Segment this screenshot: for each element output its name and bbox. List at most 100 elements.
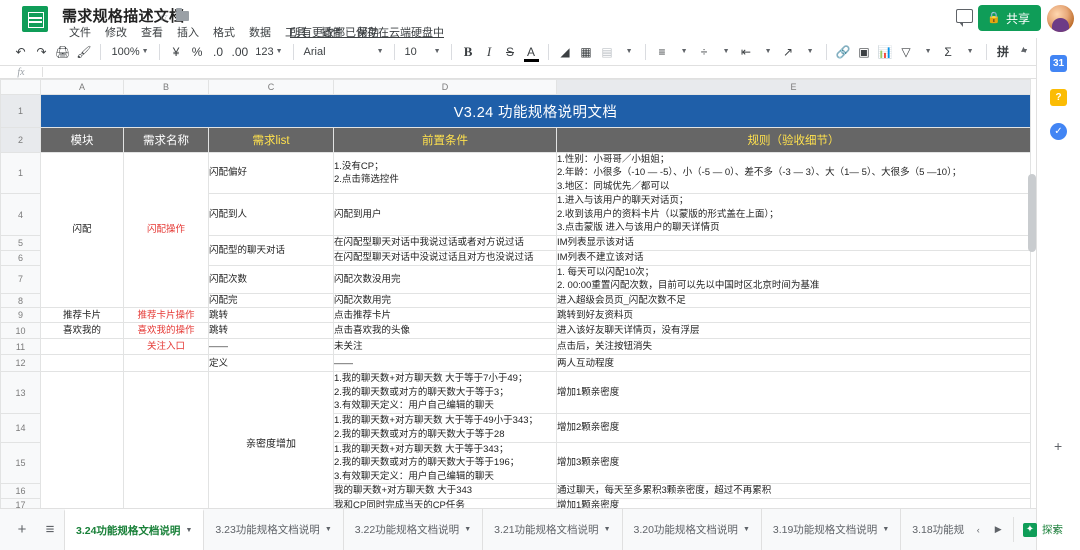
row-header-1[interactable]: 1 — [0, 94, 41, 128]
text-color-icon[interactable]: A — [521, 41, 542, 63]
header-precondition[interactable]: 前置条件 — [333, 127, 557, 153]
insert-image-icon[interactable]: ▣ — [854, 41, 875, 63]
cell-b13-empty[interactable] — [123, 371, 209, 508]
sheet-tab-318[interactable]: 3.18功能规 — [901, 509, 964, 550]
document-title-cell[interactable]: V3.24 功能规格说明文档 — [40, 94, 1031, 128]
row-header-14[interactable]: 14 — [0, 412, 41, 443]
row-header-12[interactable]: 12 — [0, 354, 41, 373]
header-rule[interactable]: 规则（验收细节） — [556, 127, 1031, 153]
row-header-10[interactable]: 10 — [0, 322, 41, 340]
cell-d13-precondition[interactable]: 1.我的聊天数+对方聊天数 大于等于7小于49； 2.我的聊天数或对方的聊天数大… — [333, 371, 557, 414]
header-req-list[interactable]: 需求list — [208, 127, 334, 153]
cell-b10-req-name[interactable]: 喜欢我的操作 — [123, 322, 209, 340]
cell-d14-precondition[interactable]: 1.我的聊天数+对方聊天数 大于等于49小于343； 2.我的聊天数或对方的聊天… — [333, 412, 557, 443]
fill-color-icon[interactable]: ◢ — [555, 41, 576, 63]
cell-c5-req-list[interactable]: 闪配型的聊天对话 — [208, 234, 334, 266]
row-header-16[interactable]: 16 — [0, 483, 41, 499]
horizontal-align-icon[interactable]: ≡ — [652, 41, 673, 63]
row-header-11[interactable]: 11 — [0, 338, 41, 356]
folder-icon[interactable] — [176, 8, 189, 21]
cell-c13-req-list[interactable]: 亲密度增加 — [208, 371, 334, 508]
print-icon[interactable]: 🖨 — [52, 41, 73, 63]
cell-d10-precondition[interactable]: 点击喜欢我的头像 — [333, 322, 557, 340]
sheet-tab-322[interactable]: 3.22功能规格文档说明 ▼ — [344, 508, 484, 550]
row-header-13[interactable]: 13 — [0, 371, 41, 414]
share-button[interactable]: 🔒 共享 — [978, 5, 1041, 31]
cell-c3-req-list[interactable]: 闪配偏好 — [208, 151, 334, 195]
column-header-b[interactable]: B — [123, 79, 209, 95]
strikethrough-icon[interactable]: S — [500, 41, 521, 63]
italic-icon[interactable]: I — [479, 41, 500, 63]
header-req-name[interactable]: 需求名称 — [123, 127, 209, 153]
percent-format-icon[interactable]: % — [187, 41, 208, 63]
cell-e8-rule[interactable]: 进入超级会员页_闪配次数不足 — [556, 292, 1031, 309]
cell-d15-precondition[interactable]: 1.我的聊天数+对方聊天数 大于等于343； 2.我的聊天数或对方的聊天数大于等… — [333, 441, 557, 485]
add-sheet-button[interactable]: + — [8, 516, 36, 544]
cell-b12-empty[interactable] — [123, 354, 209, 373]
row-header-4[interactable]: 4 — [0, 193, 41, 236]
merge-cells-icon[interactable]: ▤ — [597, 41, 618, 63]
cell-e16-rule[interactable]: 通过聊天，每天至多累积3颗亲密度，超过不再累积 — [556, 483, 1031, 499]
sheet-tab-321[interactable]: 3.21功能规格文档说明 ▼ — [483, 508, 623, 550]
keep-icon[interactable]: ? — [1050, 89, 1067, 106]
row-header-2[interactable]: 2 — [0, 127, 41, 153]
cell-d6-precondition[interactable]: 在闪配型聊天对话中没说过话且对方也没说过话 — [333, 249, 557, 266]
chevron-down-icon[interactable]: ▼ — [325, 526, 332, 533]
chevron-down-icon[interactable]: ▼ — [464, 526, 471, 533]
cell-e4-rule[interactable]: 1.进入与该用户的聊天对话页； 2.收到该用户的资料卡片（以蒙版的形式盖在上面）… — [556, 193, 1031, 236]
cell-d12-precondition[interactable]: —— — [333, 354, 557, 373]
font-size-selector[interactable]: 10 ▼ — [401, 46, 445, 58]
cell-e6-rule[interactable]: IM列表不建立该对话 — [556, 249, 1031, 266]
number-format-selector[interactable]: 123 ▼ — [251, 46, 286, 58]
header-module[interactable]: 模块 — [40, 127, 124, 153]
cell-c7-req-list[interactable]: 闪配次数 — [208, 264, 334, 294]
vertical-scrollbar[interactable] — [1028, 174, 1036, 252]
prev-tab-icon[interactable]: ‹ — [968, 525, 988, 535]
chevron-down-icon[interactable]: ▼ — [185, 527, 192, 534]
insert-link-icon[interactable]: 🔗 — [833, 41, 854, 63]
cell-c9-req-list[interactable]: 跳转 — [208, 307, 334, 324]
cell-e11-rule[interactable]: 点击后，关注按钮消失 — [556, 338, 1031, 356]
cell-e14-rule[interactable]: 增加2颗亲密度 — [556, 412, 1031, 443]
sheet-tab-323[interactable]: 3.23功能规格文档说明 ▼ — [204, 508, 344, 550]
all-sheets-button[interactable]: ≡ — [36, 516, 64, 544]
comment-icon[interactable] — [956, 9, 973, 27]
sheet-tab-320[interactable]: 3.20功能规格文档说明 ▼ — [623, 508, 762, 550]
row-header-9[interactable]: 9 — [0, 307, 41, 324]
cell-a13-empty[interactable] — [40, 371, 124, 508]
chevron-down-icon[interactable]: ▼ — [743, 526, 750, 533]
cell-a12-empty[interactable] — [40, 354, 124, 373]
cell-e17-rule[interactable]: 增加1颗亲密度 — [556, 497, 1031, 508]
decrease-decimal-icon[interactable]: .0 — [208, 41, 229, 63]
column-header-e[interactable]: E — [556, 79, 1031, 95]
cell-c12-req-list[interactable]: 定义 — [208, 354, 334, 373]
cell-d8-precondition[interactable]: 闪配次数用完 — [333, 292, 557, 309]
function-icon[interactable]: fx — [0, 67, 42, 78]
borders-icon[interactable]: ▦ — [576, 41, 597, 63]
cell-e7-rule[interactable]: 1. 每天可以闪配10次； 2. 00:00重置闪配次数，目前可以先以中国时区北… — [556, 264, 1031, 294]
filter-icon[interactable]: ▽ — [896, 41, 917, 63]
font-family-selector[interactable]: Arial ▼ — [300, 46, 388, 58]
cell-b3-req-name[interactable]: 闪配操作 — [123, 151, 209, 309]
cell-e3-rule[interactable]: 1.性别：小哥哥／小姐姐； 2.年龄：小很多（-10 — -5）、小（-5 — … — [556, 151, 1031, 195]
column-header-a[interactable]: A — [40, 79, 124, 95]
vertical-align-dropdown[interactable]: ▼ — [715, 41, 736, 63]
chevron-down-icon[interactable]: ▼ — [604, 526, 611, 533]
currency-format-icon[interactable]: ¥ — [166, 41, 187, 63]
merge-cells-dropdown[interactable]: ▼ — [618, 41, 639, 63]
functions-icon[interactable]: Σ — [938, 41, 959, 63]
cell-a10-module[interactable]: 喜欢我的 — [40, 322, 124, 340]
cell-c10-req-list[interactable]: 跳转 — [208, 322, 334, 340]
tasks-icon[interactable]: ✓ — [1050, 123, 1067, 140]
row-header-17[interactable]: 17 — [0, 497, 41, 508]
redo-icon[interactable]: ↷ — [31, 41, 52, 63]
text-rotation-dropdown[interactable]: ▼ — [799, 41, 820, 63]
cell-d3-precondition[interactable]: 1.没有CP； 2.点击筛选控件 — [333, 151, 557, 195]
cell-c8-req-list[interactable]: 闪配完 — [208, 292, 334, 309]
avatar[interactable] — [1047, 5, 1074, 32]
vertical-align-icon[interactable]: ÷ — [694, 41, 715, 63]
cell-b9-req-name[interactable]: 推荐卡片操作 — [123, 307, 209, 324]
cell-d17-precondition[interactable]: 我和CP同时完成当天的CP任务 — [333, 497, 557, 508]
next-tab-icon[interactable]: ▶ — [988, 524, 1008, 535]
cell-d16-precondition[interactable]: 我的聊天数+对方聊天数 大于343 — [333, 483, 557, 499]
